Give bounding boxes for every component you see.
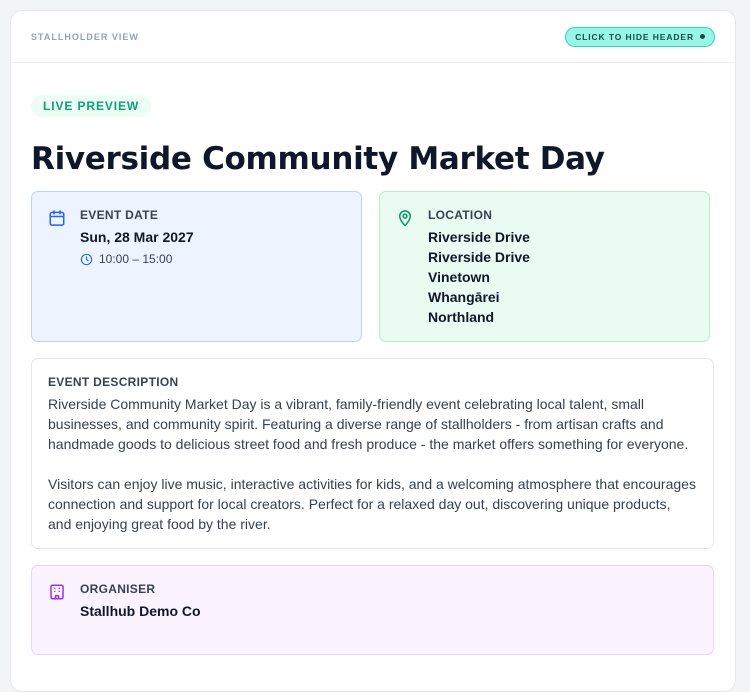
location-line: Whangārei bbox=[428, 289, 500, 305]
description-paragraph: Riverside Community Market Day is a vibr… bbox=[48, 396, 689, 452]
event-date-value: Sun, 28 Mar 2027 bbox=[80, 229, 194, 245]
view-label: STALLHOLDER VIEW bbox=[31, 31, 139, 42]
event-title: Riverside Community Market Day bbox=[31, 141, 605, 177]
organiser-card: ORGANISER Stallhub Demo Co bbox=[31, 565, 714, 655]
preview-card: STALLHOLDER VIEW CLICK TO HIDE HEADER LI… bbox=[10, 10, 736, 692]
hide-header-button[interactable]: CLICK TO HIDE HEADER bbox=[565, 26, 715, 47]
preview-header: STALLHOLDER VIEW CLICK TO HIDE HEADER bbox=[11, 11, 735, 63]
organiser-label: ORGANISER bbox=[80, 582, 156, 596]
dot-icon bbox=[700, 34, 705, 39]
event-time: 10:00 – 15:00 bbox=[99, 252, 173, 266]
event-description-card: EVENT DESCRIPTION Riverside Community Ma… bbox=[31, 358, 714, 549]
organiser-name: Stallhub Demo Co bbox=[80, 603, 201, 619]
map-pin-icon bbox=[399, 210, 411, 227]
clock-icon bbox=[80, 253, 93, 265]
event-date-card: EVENT DATE Sun, 28 Mar 2027 10:00 – 15:0… bbox=[31, 191, 362, 342]
event-date-label: EVENT DATE bbox=[80, 208, 159, 222]
location-card: LOCATION Riverside Drive Riverside Drive… bbox=[379, 191, 710, 342]
hide-header-label: CLICK TO HIDE HEADER bbox=[575, 31, 694, 42]
calendar-icon bbox=[49, 210, 65, 226]
location-label: LOCATION bbox=[428, 208, 493, 222]
location-line: Riverside Drive bbox=[428, 229, 530, 245]
event-description-label: EVENT DESCRIPTION bbox=[48, 375, 179, 389]
location-line: Riverside Drive bbox=[428, 249, 530, 265]
building-icon bbox=[50, 584, 64, 600]
description-paragraph: Visitors can enjoy live music, interacti… bbox=[48, 476, 696, 532]
live-preview-badge: LIVE PREVIEW bbox=[31, 95, 152, 117]
location-line: Northland bbox=[428, 309, 495, 325]
location-line: Vinetown bbox=[428, 269, 490, 285]
